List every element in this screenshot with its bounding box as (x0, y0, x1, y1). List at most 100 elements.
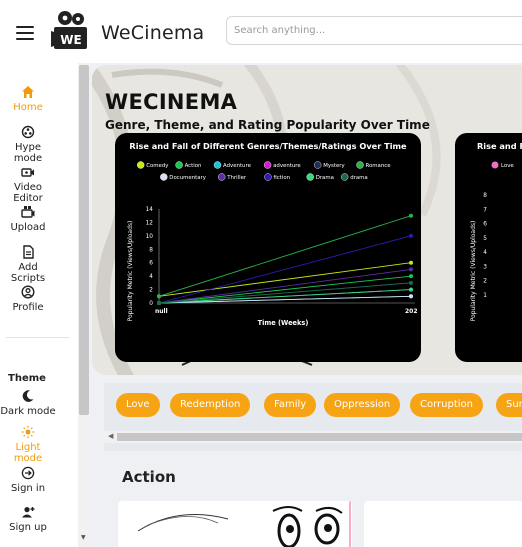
movie-thumbnail (118, 501, 352, 547)
moon-icon (22, 390, 34, 402)
sidebar-item-label: Video Editor (13, 182, 43, 204)
sidebar-scrollbar[interactable]: ▼ (78, 63, 90, 547)
legend-swatch (160, 173, 168, 181)
user-circle-icon (21, 285, 35, 299)
section-title: Action (122, 468, 176, 486)
upload-icon (21, 206, 35, 218)
y-tick-label: 12 (146, 220, 154, 226)
legend-label: fiction (273, 175, 290, 181)
y-tick-label: 1 (483, 293, 487, 299)
sidebar-scrollbar-thumb[interactable] (79, 65, 89, 415)
sidebar-item-label: Dark mode (0, 406, 56, 417)
tag-corruption[interactable]: Corruption (410, 393, 483, 417)
chart-card-genres: Rise and Fall of Different Genres/Themes… (115, 133, 421, 362)
legend-swatch (217, 173, 226, 181)
sidebar-divider (6, 337, 70, 338)
legend-label: Action (185, 163, 202, 169)
top-bar: WE WeCinema (0, 0, 522, 63)
tag-bar-scrollbar-thumb[interactable] (117, 433, 522, 441)
scroll-down-arrow-icon[interactable]: ▼ (81, 534, 86, 541)
series-line (158, 275, 412, 304)
chart-yticks: 0 2 4 6 8 10 12 14 (146, 207, 154, 307)
brand-name[interactable]: WeCinema (101, 22, 204, 44)
sidebar-item-home[interactable]: Home (0, 85, 56, 113)
data-point (157, 294, 161, 299)
video-editor-icon (21, 168, 34, 177)
legend-label: Romance (366, 163, 392, 169)
legend-label: Documentary (169, 175, 206, 181)
y-tick-label: 0 (149, 301, 153, 307)
chart-ylabel: Popularity Metric (Views/Uploads) (470, 221, 477, 322)
y-tick-label: 3 (483, 264, 487, 270)
scroll-left-arrow-icon[interactable]: ◀ (108, 432, 113, 440)
tag-oppression[interactable]: Oppression (324, 393, 401, 417)
logo-text: WE (60, 33, 81, 47)
sun-icon (21, 425, 35, 439)
document-icon (23, 245, 34, 259)
y-tick-label: 10 (146, 234, 154, 240)
data-point (409, 287, 413, 292)
data-point (409, 267, 413, 272)
y-tick-label: 14 (146, 207, 154, 213)
tag-family[interactable]: Family (264, 393, 317, 417)
sidebar-item-label: Sign up (9, 522, 47, 533)
sidebar-item-upload[interactable]: Upload (0, 205, 56, 233)
sidebar-item-dark-mode[interactable]: Dark mode (0, 389, 56, 417)
sidebar-item-label: Light mode (13, 442, 43, 464)
sidebar-item-add-scripts[interactable]: Add Scripts (0, 245, 56, 284)
logo-icon[interactable]: WE (51, 9, 91, 51)
sidebar-item-hype-mode[interactable]: Hype mode (0, 125, 56, 164)
legend-label: Mystery (323, 163, 345, 169)
legend-label: drama (350, 175, 368, 181)
hero-title: WECINEMA (105, 90, 238, 114)
legend-swatch (264, 173, 272, 181)
legend-label: Love (501, 163, 514, 169)
sidebar-item-sign-in[interactable]: Sign in (0, 466, 56, 494)
main-content: WECINEMA Genre, Theme, and Rating Popula… (90, 63, 522, 547)
legend-label: adventure (273, 163, 301, 169)
data-point (409, 233, 413, 238)
tag-redemption[interactable]: Redemption (170, 393, 251, 417)
chart-card-themes: Rise and F Love Popularity Metric (Views… (455, 133, 522, 362)
y-tick-label: 2 (483, 279, 487, 285)
genre-popularity-chart: Rise and Fall of Different Genres/Themes… (127, 141, 418, 327)
sidebar-item-label: Profile (12, 302, 44, 313)
hero-banner: WECINEMA Genre, Theme, and Rating Popula… (92, 65, 522, 375)
sidebar-item-video-editor[interactable]: Video Editor (0, 165, 56, 204)
chart-yticks: 1 2 3 4 5 6 7 8 (483, 193, 487, 299)
sidebar-item-sign-up[interactable]: Sign up (0, 505, 56, 533)
y-tick-label: 8 (149, 247, 153, 253)
tag-love[interactable]: Love (116, 393, 160, 417)
chart-xlabel: Time (Weeks) (258, 319, 309, 327)
legend-label: Comedy (146, 163, 169, 169)
sidebar-item-profile[interactable]: Profile (0, 285, 56, 313)
hamburger-menu-icon[interactable] (16, 26, 34, 40)
sidebar-item-label: Hype mode (13, 142, 43, 164)
sidebar: Home Hype mode Video Editor Upload Add S… (0, 63, 78, 547)
y-tick-label: 6 (483, 222, 487, 228)
movie-card[interactable] (364, 501, 522, 547)
x-tick-label: 202 (405, 308, 418, 315)
data-point (409, 260, 413, 265)
y-tick-label: 5 (483, 236, 487, 242)
legend-label: Adventure (223, 163, 252, 169)
legend-swatch (313, 161, 322, 169)
y-tick-label: 7 (483, 207, 487, 213)
legend-label: Thriller (226, 175, 247, 181)
tag-sur[interactable]: Sur (496, 393, 522, 417)
sidebar-item-light-mode[interactable]: Light mode (0, 425, 56, 464)
search-input[interactable] (226, 16, 522, 45)
sidebar-item-label: Add Scripts (10, 262, 46, 284)
sign-in-icon (21, 466, 35, 480)
home-icon (22, 86, 34, 98)
data-point (409, 280, 413, 285)
sidebar-item-label: Home (13, 102, 43, 113)
data-point (409, 213, 413, 218)
tag-bar-scrollbar[interactable]: ◀ (104, 431, 522, 443)
y-tick-label: 4 (149, 274, 153, 280)
y-tick-label: 6 (149, 261, 153, 267)
y-tick-label: 2 (149, 288, 153, 294)
theme-heading: Theme (8, 373, 46, 384)
legend-swatch (356, 161, 364, 169)
movie-card[interactable] (118, 501, 352, 547)
